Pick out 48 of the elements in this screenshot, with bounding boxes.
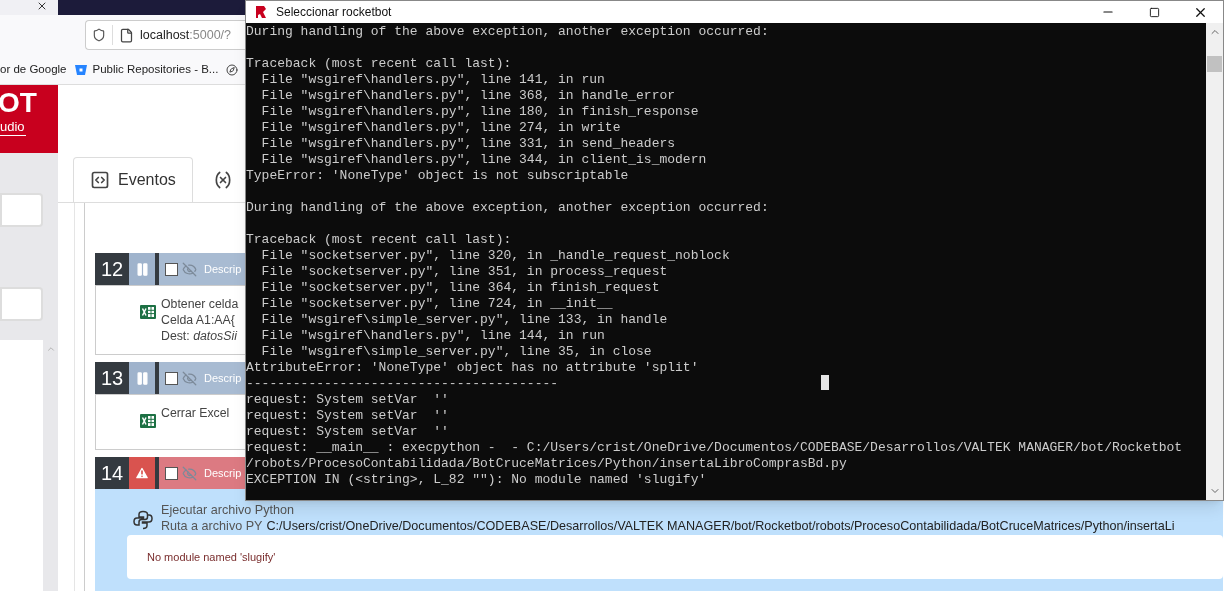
console-line: TypeError: 'NoneType' object is not subscriptable	[246, 168, 629, 184]
url-text: localhost:5000/?	[140, 26, 232, 44]
console-line: request: __main__ : execpython - - C:/Users/crist/OneDrive/Documentos/CODEBASE/Desarrollos/VALTEK MANAGER/bot/Rocketbot	[246, 440, 1183, 456]
step-number: 12	[101, 257, 125, 282]
step-number: 14	[101, 461, 125, 486]
console-line: File "socketserver.py", line 320, in _handle_request_noblock	[260, 248, 730, 264]
console-line: request: System setVar ''	[246, 424, 449, 440]
path-value: C:/Users/crist/OneDrive/Documentos/CODEBASE/Desarrollos/VALTEK MANAGER/bot/Rocketbot/robots/ProcesoContabilidada/BotCruceMatrices/Python/insertaLi	[266, 518, 1175, 534]
console-line: Traceback (most recent call last):	[246, 232, 512, 248]
console-line: During handling of the above exception, another exception occurred:	[246, 24, 769, 40]
logo-title: OT	[0, 87, 38, 119]
step-number: 13	[101, 366, 125, 391]
error-message: No module named 'slugify'	[147, 549, 276, 565]
step-description: Descrip	[204, 465, 242, 481]
console-line: EXCEPTION IN (<string>, L_82 ""): No module named 'slugify'	[246, 472, 707, 488]
console-line: File "socketserver.py", line 724, in __init__	[260, 296, 613, 312]
bookmark[interactable]: Public Repositories - B...	[74, 60, 219, 79]
tab[interactable]: Eventos	[73, 157, 193, 202]
step-text: Celda A1:AA{	[161, 312, 236, 328]
console-line: File "wsgiref\handlers.py", line 274, in write	[260, 120, 621, 136]
step-text: Ejecutar archivo Python	[161, 502, 295, 518]
console-line: File "wsgiref\simple_server.py", line 35, in close	[260, 344, 652, 360]
console-line: File "wsgiref\handlers.py", line 180, in finish_response	[260, 104, 699, 120]
window-title: Seleccionar rocketbot	[276, 4, 392, 21]
console-line: File "wsgiref\handlers.py", line 344, in client_is_modern	[260, 152, 707, 168]
console-line: /robots/ProcesoContabilidada/BotCruceMatrices/Python/insertaLibroComprasBd.py	[246, 456, 847, 472]
console-line: File "wsgiref\simple_server.py", line 133, in handle	[260, 312, 668, 328]
path-label: Ruta a archivo PY	[161, 518, 263, 534]
console-line: File "wsgiref\handlers.py", line 141, in run	[260, 72, 605, 88]
step-text: Dest: datosSii	[161, 328, 239, 344]
step-description: Descrip	[204, 261, 242, 277]
step-text: Obtener celda	[161, 296, 239, 312]
logo-subtitle: udio	[0, 119, 26, 136]
console-line: File "wsgiref\handlers.py", line 144, in run	[260, 328, 605, 344]
console-line: ----------------------------------------	[246, 376, 559, 392]
address-field[interactable]: localhost:5000/?	[85, 20, 245, 50]
console-line: File "wsgiref\handlers.py", line 368, in handle_error	[260, 88, 676, 104]
console-line: File "wsgiref\handlers.py", line 331, in send_headers	[260, 136, 676, 152]
console-line: File "socketserver.py", line 364, in finish_request	[260, 280, 660, 296]
console-line: File "socketserver.py", line 351, in process_request	[260, 264, 668, 280]
step-description: Descrip	[204, 370, 242, 386]
console-line: request: System setVar ''	[246, 392, 449, 408]
bookmark[interactable]: or de Google	[0, 60, 67, 79]
console-line: AttributeError: 'NoneType' object has no attribute 'split'	[246, 360, 699, 376]
console-line: request: System setVar ''	[246, 408, 449, 424]
console-line: During handling of the above exception, another exception occurred:	[246, 200, 769, 216]
step-text: Cerrar Excel	[161, 405, 230, 421]
console-line: Traceback (most recent call last):	[246, 56, 512, 72]
